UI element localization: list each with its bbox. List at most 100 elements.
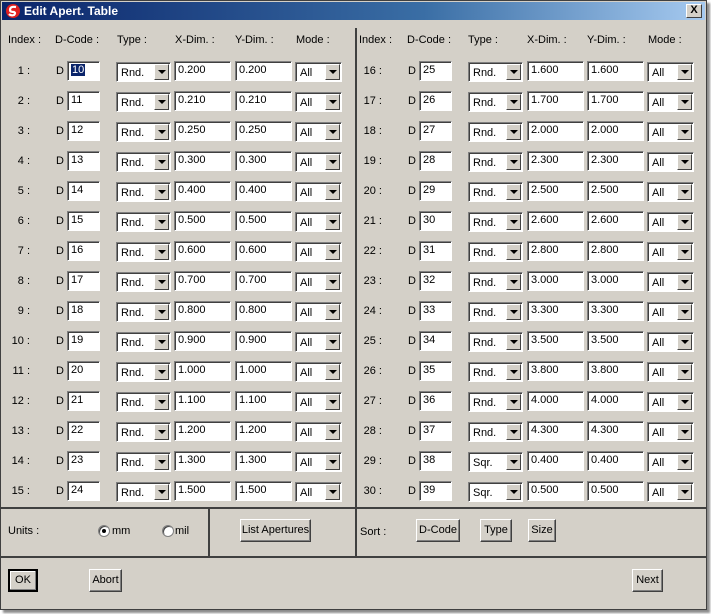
mode-select[interactable]: All (647, 62, 694, 82)
dcode-input[interactable]: 39 (419, 481, 452, 501)
ydim-input[interactable]: 0.500 (587, 481, 644, 501)
ydim-input[interactable]: 2.600 (587, 211, 644, 231)
chevron-down-icon[interactable] (677, 214, 692, 230)
chevron-down-icon[interactable] (677, 334, 692, 350)
ydim-input[interactable]: 2.800 (587, 241, 644, 261)
type-select[interactable]: Rnd. (468, 332, 523, 352)
type-select[interactable]: Rnd. (468, 242, 523, 262)
chevron-down-icon[interactable] (506, 454, 521, 470)
dcode-input[interactable]: 32 (419, 271, 452, 291)
ydim-input[interactable]: 1.600 (587, 61, 644, 81)
ydim-input[interactable]: 2.000 (587, 121, 644, 141)
chevron-down-icon[interactable] (506, 424, 521, 440)
xdim-input[interactable]: 4.000 (527, 391, 584, 411)
chevron-down-icon[interactable] (677, 184, 692, 200)
xdim-input[interactable]: 4.300 (527, 421, 584, 441)
sort-dcode-button[interactable]: D-Code (416, 519, 460, 542)
chevron-down-icon[interactable] (506, 244, 521, 260)
xdim-input[interactable]: 1.700 (527, 91, 584, 111)
chevron-down-icon[interactable] (677, 124, 692, 140)
chevron-down-icon[interactable] (677, 94, 692, 110)
chevron-down-icon[interactable] (506, 94, 521, 110)
dcode-input[interactable]: 29 (419, 181, 452, 201)
chevron-down-icon[interactable] (677, 454, 692, 470)
dcode-input[interactable]: 27 (419, 121, 452, 141)
chevron-down-icon[interactable] (677, 154, 692, 170)
chevron-down-icon[interactable] (677, 394, 692, 410)
dcode-input[interactable]: 35 (419, 361, 452, 381)
chevron-down-icon[interactable] (677, 244, 692, 260)
xdim-input[interactable]: 3.300 (527, 301, 584, 321)
radio-mil[interactable] (162, 525, 174, 537)
radio-mm[interactable] (98, 525, 110, 537)
ydim-input[interactable]: 3.000 (587, 271, 644, 291)
chevron-down-icon[interactable] (506, 394, 521, 410)
chevron-down-icon[interactable] (506, 484, 521, 500)
xdim-input[interactable]: 0.400 (527, 451, 584, 471)
dcode-input[interactable]: 36 (419, 391, 452, 411)
mode-select[interactable]: All (647, 152, 694, 172)
mode-select[interactable]: All (647, 182, 694, 202)
dcode-input[interactable]: 33 (419, 301, 452, 321)
chevron-down-icon[interactable] (677, 304, 692, 320)
ydim-input[interactable]: 3.500 (587, 331, 644, 351)
chevron-down-icon[interactable] (506, 154, 521, 170)
xdim-input[interactable]: 1.600 (527, 61, 584, 81)
type-select[interactable]: Rnd. (468, 302, 523, 322)
ok-button[interactable]: OK (8, 569, 38, 592)
xdim-input[interactable]: 2.300 (527, 151, 584, 171)
ydim-input[interactable]: 0.400 (587, 451, 644, 471)
type-select[interactable]: Rnd. (468, 392, 523, 412)
dcode-input[interactable]: 37 (419, 421, 452, 441)
type-select[interactable]: Rnd. (468, 212, 523, 232)
type-select[interactable]: Rnd. (468, 182, 523, 202)
type-select[interactable]: Rnd. (468, 62, 523, 82)
chevron-down-icon[interactable] (506, 184, 521, 200)
chevron-down-icon[interactable] (677, 274, 692, 290)
ydim-input[interactable]: 1.700 (587, 91, 644, 111)
chevron-down-icon[interactable] (506, 334, 521, 350)
mode-select[interactable]: All (647, 362, 694, 382)
dcode-input[interactable]: 38 (419, 451, 452, 471)
ydim-input[interactable]: 4.000 (587, 391, 644, 411)
type-select[interactable]: Rnd. (468, 152, 523, 172)
chevron-down-icon[interactable] (506, 274, 521, 290)
list-apertures-button[interactable]: List Apertures (240, 519, 311, 542)
xdim-input[interactable]: 3.800 (527, 361, 584, 381)
ydim-input[interactable]: 4.300 (587, 421, 644, 441)
chevron-down-icon[interactable] (506, 304, 521, 320)
title-bar[interactable]: Edit Apert. Table X (2, 2, 705, 20)
mode-select[interactable]: All (647, 332, 694, 352)
chevron-down-icon[interactable] (506, 214, 521, 230)
mode-select[interactable]: All (647, 212, 694, 232)
mode-select[interactable]: All (647, 122, 694, 142)
mode-select[interactable]: All (647, 482, 694, 502)
dcode-input[interactable]: 28 (419, 151, 452, 171)
ydim-input[interactable]: 2.300 (587, 151, 644, 171)
xdim-input[interactable]: 2.600 (527, 211, 584, 231)
type-select[interactable]: Sqr. (468, 482, 523, 502)
type-select[interactable]: Rnd. (468, 422, 523, 442)
dcode-input[interactable]: 30 (419, 211, 452, 231)
xdim-input[interactable]: 2.000 (527, 121, 584, 141)
mode-select[interactable]: All (647, 272, 694, 292)
chevron-down-icon[interactable] (677, 484, 692, 500)
abort-button[interactable]: Abort (89, 569, 122, 592)
type-select[interactable]: Rnd. (468, 272, 523, 292)
mode-select[interactable]: All (647, 92, 694, 112)
mode-select[interactable]: All (647, 452, 694, 472)
xdim-input[interactable]: 2.800 (527, 241, 584, 261)
mode-select[interactable]: All (647, 302, 694, 322)
dcode-input[interactable]: 31 (419, 241, 452, 261)
mode-select[interactable]: All (647, 392, 694, 412)
chevron-down-icon[interactable] (506, 364, 521, 380)
xdim-input[interactable]: 3.500 (527, 331, 584, 351)
xdim-input[interactable]: 3.000 (527, 271, 584, 291)
chevron-down-icon[interactable] (677, 424, 692, 440)
next-button[interactable]: Next (632, 569, 663, 592)
chevron-down-icon[interactable] (506, 124, 521, 140)
type-select[interactable]: Sqr. (468, 452, 523, 472)
type-select[interactable]: Rnd. (468, 122, 523, 142)
chevron-down-icon[interactable] (506, 64, 521, 80)
chevron-down-icon[interactable] (677, 364, 692, 380)
